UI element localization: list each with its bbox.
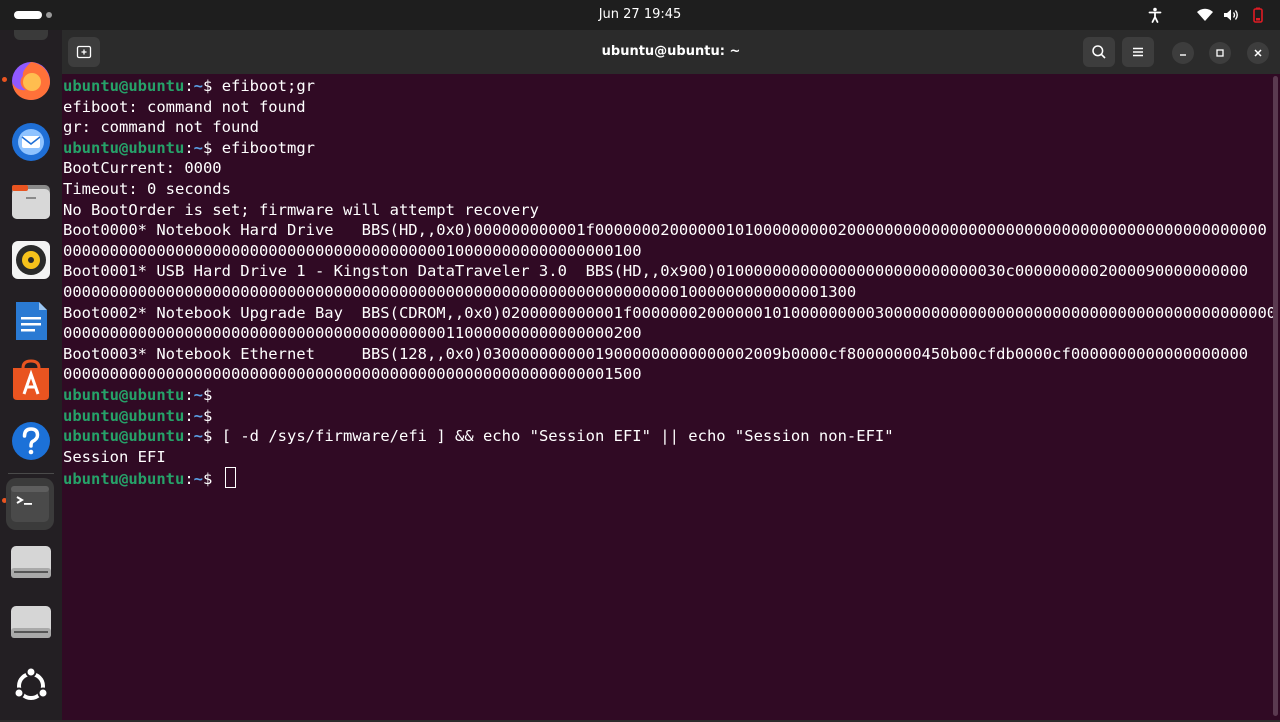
prompt-separator: : [184, 138, 194, 157]
prompt-path: ~ [193, 406, 204, 425]
files-icon[interactable] [8, 178, 54, 224]
volume-icon[interactable] [1222, 6, 1240, 24]
output-line: 0000000000000000000000000000000000000000… [63, 324, 642, 343]
output-line: Session EFI [63, 447, 166, 466]
command-text: efibootmgr [221, 138, 316, 157]
text-cursor [224, 467, 236, 489]
dock-separator [8, 473, 54, 474]
prompt-user: ubuntu@ubuntu [63, 427, 185, 446]
prompt-path: ~ [193, 138, 204, 157]
prompt-symbol: $ [203, 138, 222, 157]
prompt-line: ubuntu@ubuntu:~$ efibootmgr [63, 138, 1273, 159]
prompt-separator: : [184, 77, 194, 95]
terminal-icon[interactable] [6, 478, 54, 530]
output-line: Boot0003* Notebook Ethernet BBS(128,,0x0… [63, 344, 1249, 363]
battery-icon[interactable] [1249, 6, 1267, 24]
output-line: Boot0002* Notebook Upgrade Bay BBS(CDROM… [63, 303, 1277, 322]
prompt-line: ubuntu@ubuntu:~$ [63, 385, 1273, 406]
firefox-icon[interactable] [8, 57, 54, 103]
prompt-user: ubuntu@ubuntu [63, 77, 185, 95]
thunderbird-icon[interactable] [8, 118, 54, 164]
output-line: BootCurrent: 0000 [63, 159, 222, 178]
output-line: Boot0001* USB Hard Drive 1 - Kingston Da… [63, 262, 1249, 281]
minimize-icon[interactable] [1172, 42, 1194, 64]
output-line: Boot0000* Notebook Hard Drive BBS(HD,,0x… [63, 221, 1267, 240]
help-icon[interactable] [8, 418, 54, 464]
prompt-symbol: $ [203, 470, 222, 489]
output-line: efiboot: command not found [63, 97, 306, 116]
title-bar[interactable]: ubuntu@ubuntu: ~ [62, 30, 1280, 74]
prompt-symbol: $ [203, 406, 222, 425]
prompt-path: ~ [193, 427, 204, 446]
prompt-user: ubuntu@ubuntu [63, 406, 185, 425]
prompt-separator: : [184, 470, 194, 489]
terminal-output[interactable]: ubuntu@ubuntu:~$ efiboot;gr efiboot: comm… [62, 74, 1277, 722]
dock-scroll-hint [14, 30, 48, 40]
output-line: 0000000000000000000000000000000000000000… [63, 241, 642, 260]
output-line: 0000000000000000000000000000000000000000… [63, 282, 857, 301]
hamburger-menu-icon[interactable] [1122, 37, 1154, 67]
clock[interactable]: Jun 27 19:45 [0, 0, 1280, 30]
prompt-user: ubuntu@ubuntu [63, 385, 185, 404]
accessibility-icon[interactable] [1146, 6, 1164, 24]
prompt-path: ~ [193, 385, 204, 404]
drive-icon[interactable] [8, 599, 54, 645]
prompt-line: ubuntu@ubuntu:~$ [63, 467, 1273, 489]
output-line: Timeout: 0 seconds [63, 179, 231, 198]
prompt-separator: : [184, 427, 194, 446]
output-line: 0000000000000000000000000000000000000000… [63, 365, 642, 384]
prompt-symbol: $ [203, 77, 222, 95]
drive-icon[interactable] [8, 539, 54, 585]
prompt-line: ubuntu@ubuntu:~$ [ -d /sys/firmware/efi … [63, 426, 1273, 447]
running-indicator [2, 77, 7, 82]
close-icon[interactable] [1247, 42, 1269, 64]
command-text: [ -d /sys/firmware/efi ] && echo "Sessio… [221, 427, 894, 446]
rhythmbox-icon[interactable] [8, 237, 54, 283]
prompt-symbol: $ [203, 385, 222, 404]
show-apps-icon[interactable] [8, 663, 54, 709]
command-text: efiboot;gr [221, 77, 316, 95]
dock [0, 30, 62, 720]
prompt-separator: : [184, 406, 194, 425]
prompt-separator: : [184, 385, 194, 404]
prompt-line: ubuntu@ubuntu:~$ efiboot;gr [63, 76, 1273, 97]
wifi-icon[interactable] [1196, 6, 1214, 24]
prompt-path: ~ [193, 77, 204, 95]
writer-icon[interactable] [8, 298, 54, 344]
prompt-user: ubuntu@ubuntu [63, 138, 185, 157]
top-bar: Jun 27 19:45 [0, 0, 1280, 30]
scrollbar[interactable] [1273, 76, 1278, 716]
maximize-icon[interactable] [1209, 42, 1231, 64]
prompt-path: ~ [193, 470, 204, 489]
prompt-user: ubuntu@ubuntu [63, 470, 185, 489]
prompt-symbol: $ [203, 427, 222, 446]
output-line: No BootOrder is set; firmware will attem… [63, 200, 539, 219]
app-center-icon[interactable] [8, 357, 54, 403]
terminal-window: ubuntu@ubuntu: ~ ubuntu@ubuntu:~$ efiboo… [62, 30, 1280, 720]
prompt-line: ubuntu@ubuntu:~$ [63, 406, 1273, 427]
output-line: gr: command not found [63, 118, 259, 137]
search-icon[interactable] [1083, 37, 1115, 67]
